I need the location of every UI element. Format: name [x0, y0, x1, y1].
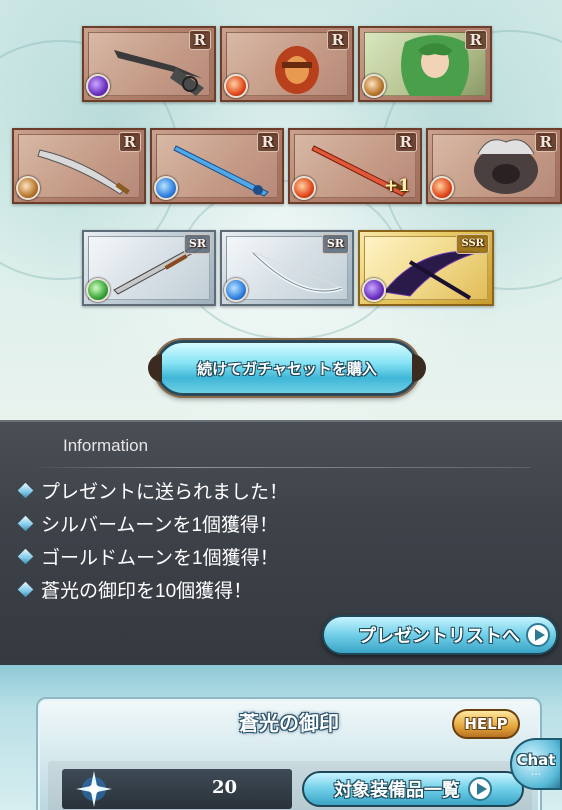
water-element-icon [154, 176, 178, 200]
buy-gacha-set-again-label: 続けてガチャセットを購入 [197, 359, 377, 378]
ellipsis-icon: … [531, 767, 541, 778]
result-card[interactable]: R [150, 128, 284, 204]
item-row: 20 対象装備品一覧 [48, 761, 532, 810]
rarity-badge: R [464, 30, 487, 50]
information-panel: Information プレゼントに送られました！ シルバームーンを1個獲得！ … [0, 420, 562, 665]
rarity-badge: R [534, 132, 557, 152]
water-element-icon [224, 278, 248, 302]
list-item: 蒼光の御印を10個獲得！ [17, 573, 288, 606]
result-card[interactable]: R [220, 26, 354, 102]
rarity-badge: R [394, 132, 417, 152]
result-card[interactable]: R [358, 26, 492, 102]
fire-element-icon [430, 176, 454, 200]
earth-element-icon [362, 74, 386, 98]
rarity-badge: R [188, 30, 211, 50]
wind-element-icon [86, 278, 110, 302]
diamond-bullet-icon [17, 482, 34, 499]
gacha-results-area: R R R R R R +1 R SR SR SSR 続けてガチャセットを購入 [0, 0, 562, 420]
item-count: 20 [212, 777, 238, 798]
result-card[interactable]: SR [82, 230, 216, 306]
rarity-badge: R [326, 30, 349, 50]
list-item: プレゼントに送られました！ [17, 474, 288, 507]
information-title: Information [63, 436, 149, 455]
help-button[interactable]: HELP [452, 709, 520, 739]
result-card[interactable]: R [82, 26, 216, 102]
rarity-badge: R [256, 132, 279, 152]
divider [30, 467, 530, 468]
result-card[interactable]: R [12, 128, 146, 204]
chat-button[interactable]: Chat … [510, 738, 562, 790]
buy-gacha-set-again-button[interactable]: 続けてガチャセットを購入 [148, 340, 426, 396]
present-list-button[interactable]: プレゼントリストへ [322, 615, 558, 655]
result-card[interactable]: R [426, 128, 562, 204]
rarity-badge: R [118, 132, 141, 152]
result-card[interactable]: R +1 [288, 128, 422, 204]
play-arrow-icon [468, 777, 492, 801]
item-section: 蒼光の御印 HELP 20 対象装備品一覧 [0, 665, 562, 810]
rarity-badge: SR [321, 234, 349, 254]
target-equipment-list-label: 対象装備品一覧 [334, 780, 460, 801]
list-item: シルバームーンを1個獲得！ [17, 507, 288, 540]
target-equipment-list-button[interactable]: 対象装備品一覧 [302, 771, 524, 807]
result-card[interactable]: SSR [358, 230, 494, 306]
rarity-badge: SR [183, 234, 211, 254]
fire-element-icon [292, 176, 316, 200]
result-card[interactable]: SR [220, 230, 354, 306]
diamond-bullet-icon [17, 581, 34, 598]
information-list: プレゼントに送られました！ シルバームーンを1個獲得！ ゴールドムーンを1個獲得… [17, 474, 288, 606]
plus-bonus-label: +1 [383, 176, 410, 196]
dark-element-icon [362, 278, 386, 302]
present-list-label: プレゼントリストへ [358, 626, 520, 647]
earth-element-icon [16, 176, 40, 200]
fire-element-icon [224, 74, 248, 98]
diamond-bullet-icon [17, 548, 34, 565]
item-panel: 蒼光の御印 HELP 20 対象装備品一覧 [36, 697, 542, 810]
diamond-bullet-icon [17, 515, 34, 532]
list-item: ゴールドムーンを1個獲得！ [17, 540, 288, 573]
play-arrow-icon [526, 623, 550, 647]
item-count-box: 20 [62, 769, 292, 809]
star-seal-icon [76, 771, 112, 807]
dark-element-icon [86, 74, 110, 98]
rarity-badge: SSR [456, 234, 489, 254]
